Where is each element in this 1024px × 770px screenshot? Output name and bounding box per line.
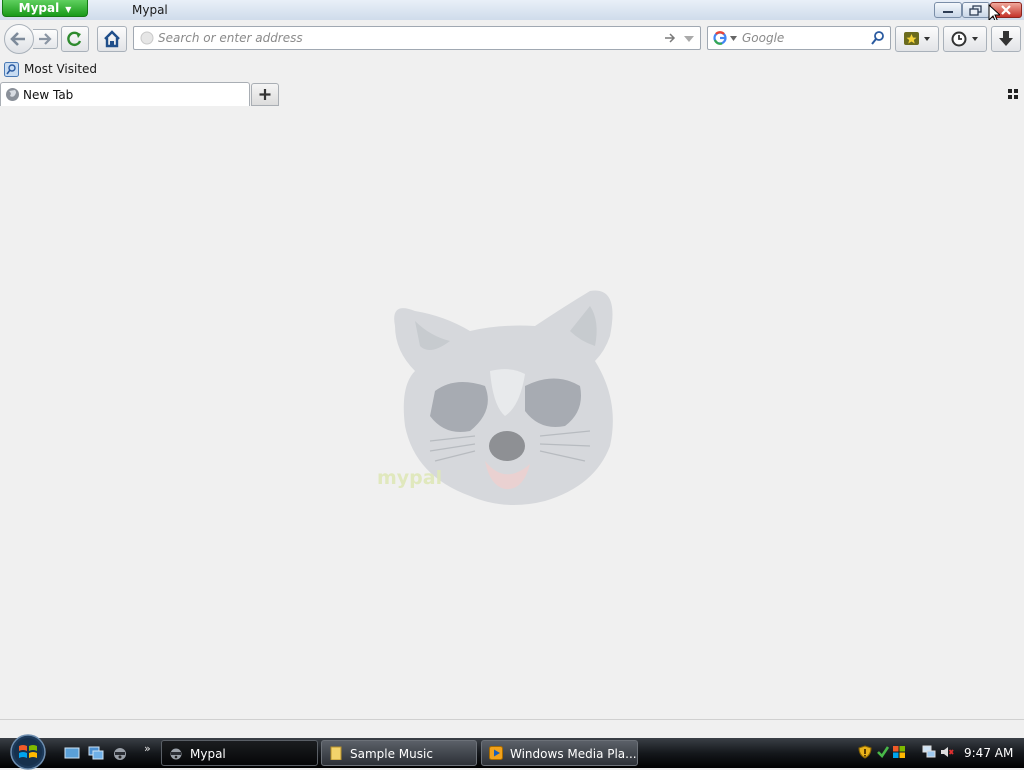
checkmark-icon[interactable] [876,745,890,759]
globe-icon [140,31,154,45]
quick-launch-chevron-icon[interactable]: » [144,742,151,755]
taskbar: » Mypal Sample Music Windows Media Pla..… [0,734,1024,770]
url-dropdown-icon[interactable] [683,35,695,43]
restore-icon [969,5,982,16]
taskbar-item-windows-media-player[interactable]: Windows Media Pla... [481,740,638,766]
url-input[interactable] [158,27,638,49]
url-bar[interactable] [133,26,701,50]
taskbar-item-label: Windows Media Pla... [510,747,637,761]
raccoon-icon [170,748,182,760]
minimize-icon [943,11,953,13]
tab-groups-button[interactable] [1008,88,1018,99]
raccoon-logo: mypal [377,290,613,505]
downloads-button[interactable] [991,26,1021,52]
new-tab-page: mypal [0,106,1024,720]
tab-strip: New Tab [0,81,1024,107]
windows-flag-icon[interactable] [892,745,906,759]
bookmarks-toolbar: Most Visited [0,58,1024,80]
new-tab-button[interactable] [251,83,279,106]
chevron-down-icon: ▼ [65,5,72,14]
system-tray: 9:47 AM [852,738,1024,768]
bookmark-star-icon [904,32,930,45]
back-button[interactable] [4,24,34,54]
home-button[interactable] [97,26,127,52]
plus-icon [259,89,271,100]
restore-button[interactable] [962,2,990,18]
bookmark-label: Most Visited [24,62,98,76]
taskbar-clock[interactable]: 9:47 AM [964,746,1013,760]
clock-icon [951,31,978,47]
forward-arrow-icon [39,33,52,45]
network-icon[interactable] [922,745,936,759]
google-icon [713,31,727,45]
raccoon-icon[interactable] [112,745,128,761]
history-button[interactable] [943,26,987,52]
taskbar-item-sample-music[interactable]: Sample Music [321,740,477,766]
app-menu-button[interactable]: Mypal ▼ [2,0,88,17]
download-arrow-icon [999,31,1013,46]
back-arrow-icon [10,32,25,46]
taskbar-item-mypal[interactable]: Mypal [161,740,318,766]
search-engine-dropdown-icon[interactable] [730,36,737,41]
bookmarks-button[interactable] [895,26,939,52]
app-menu-label: Mypal [18,1,60,15]
folder-icon [330,746,342,760]
globe-icon [6,88,19,101]
security-shield-icon[interactable] [858,745,872,759]
start-button[interactable] [8,734,48,770]
taskbar-item-label: Mypal [190,747,226,761]
volume-muted-icon[interactable] [940,745,954,759]
status-bar [0,720,1024,738]
title-bar: Mypal ▼ Mypal [0,0,1024,24]
tab-new-tab[interactable]: New Tab [0,82,250,106]
forward-button[interactable] [33,29,58,49]
go-arrow-icon[interactable] [664,32,676,44]
bookmark-most-visited[interactable]: Most Visited [4,61,97,77]
reload-icon [67,31,82,47]
grid-icon [1008,89,1018,99]
navigation-toolbar [0,20,1024,58]
most-visited-icon [4,61,19,77]
search-icon[interactable] [871,30,885,45]
media-player-icon [489,746,503,760]
show-desktop-icon[interactable] [64,745,80,761]
home-icon [104,30,120,48]
tab-label: New Tab [23,88,74,102]
logo-text: mypal [377,467,442,489]
search-input[interactable] [742,27,862,49]
reload-button[interactable] [61,26,89,52]
switch-windows-icon[interactable] [88,745,104,761]
window-title: Mypal [132,3,168,17]
minimize-button[interactable] [934,2,962,18]
taskbar-item-label: Sample Music [350,747,433,761]
search-bar[interactable] [707,26,891,50]
